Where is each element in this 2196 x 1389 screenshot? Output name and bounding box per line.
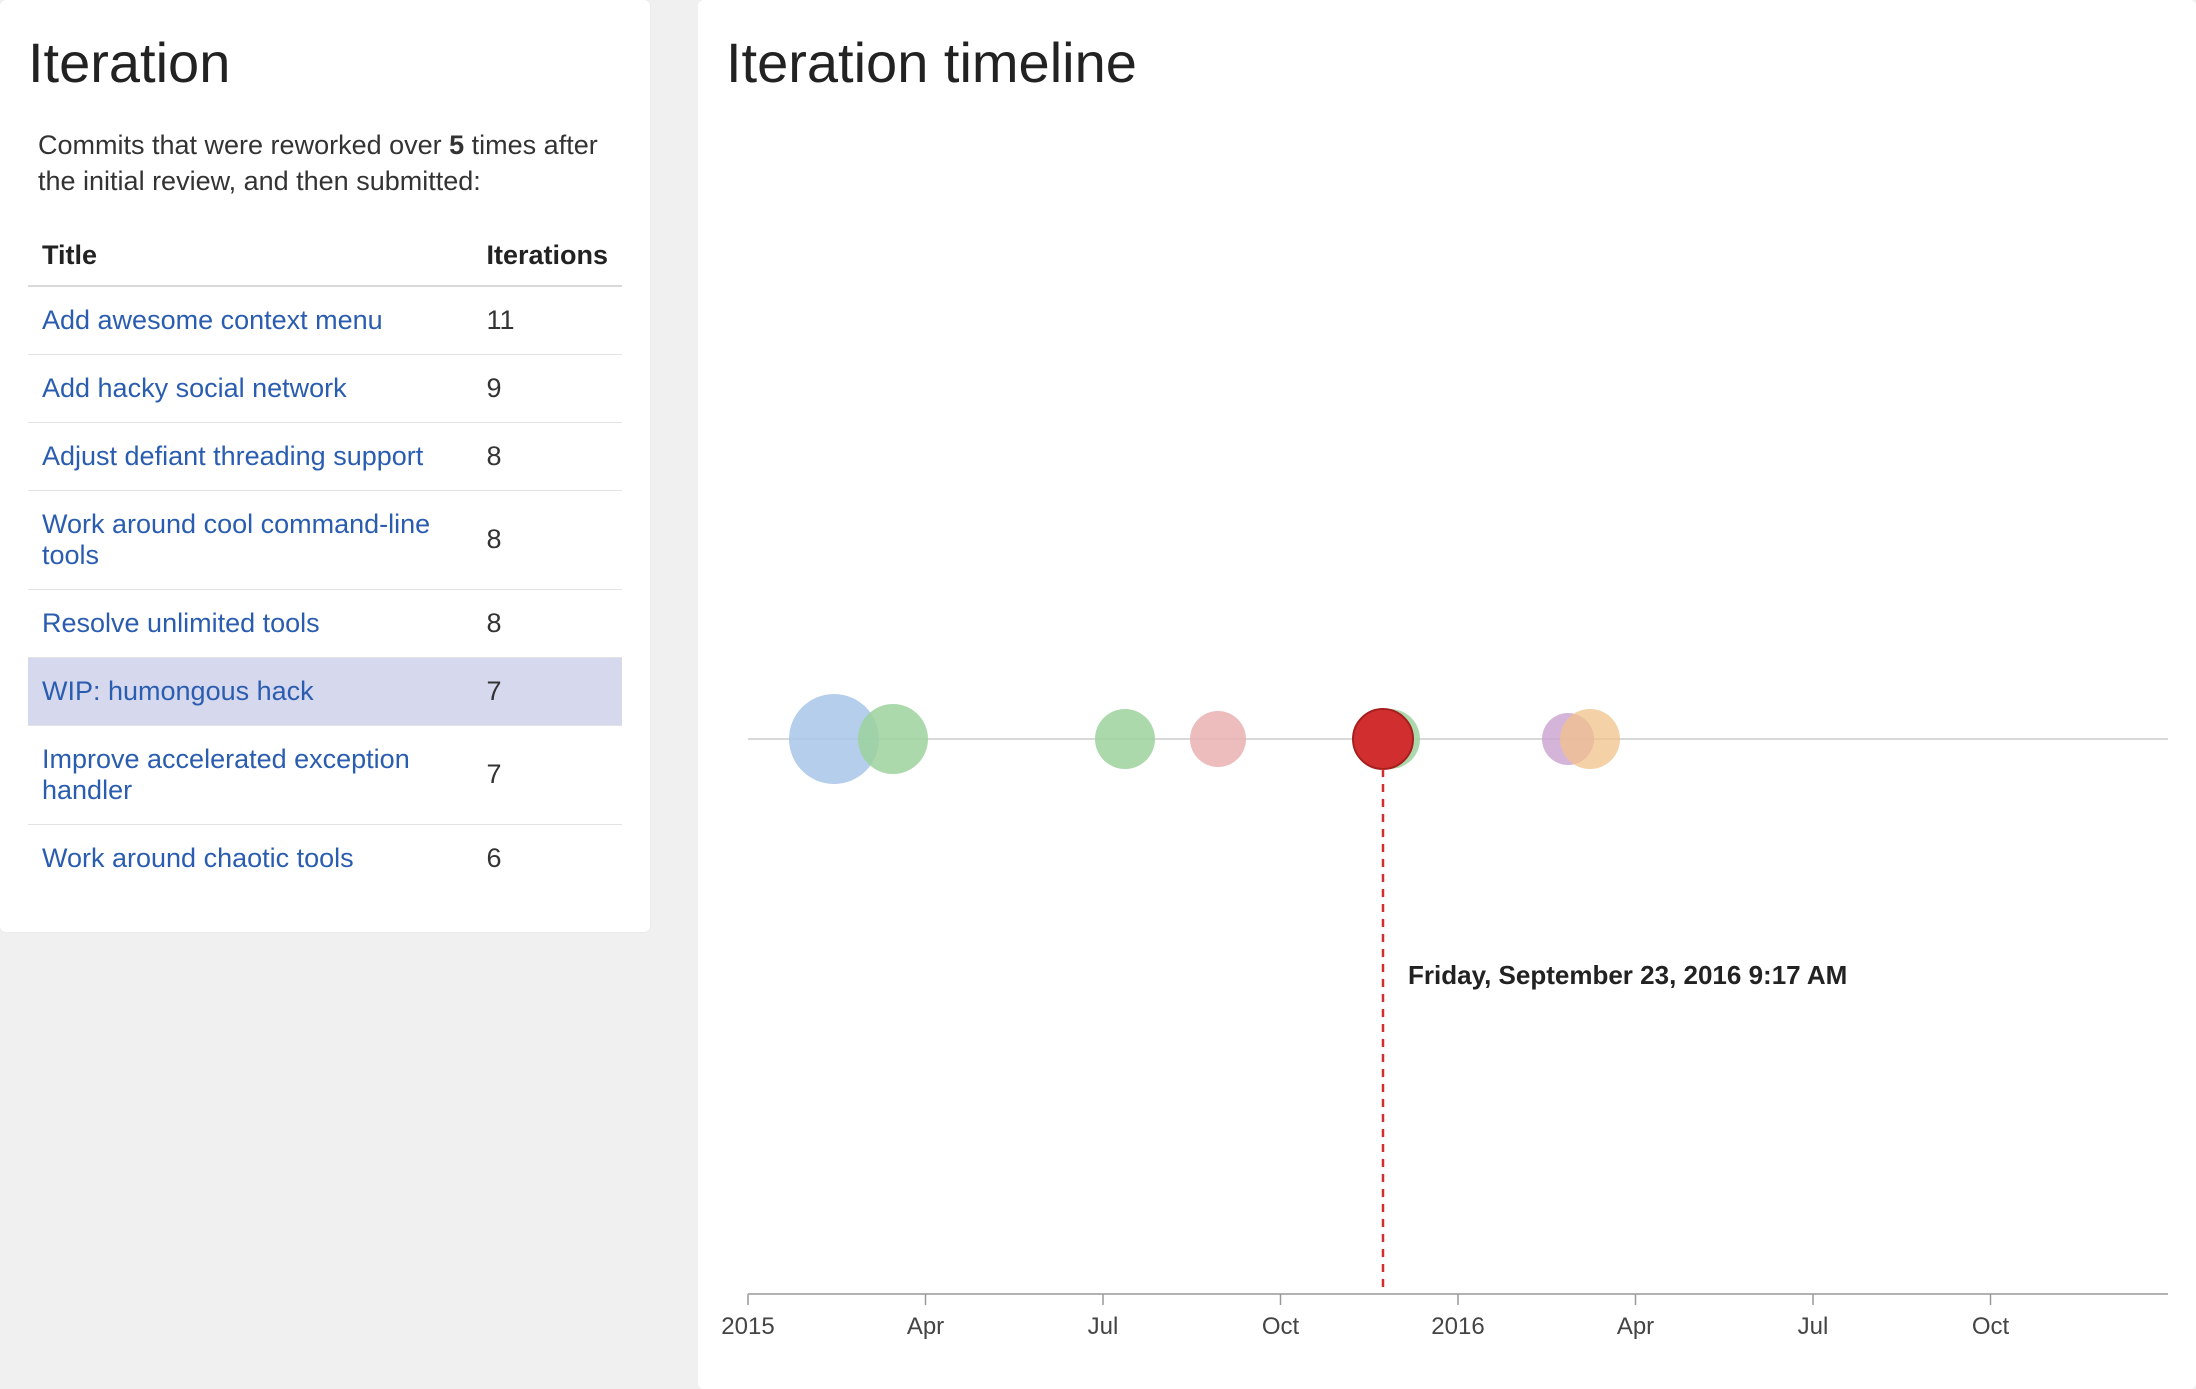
table-row[interactable]: Work around chaotic tools 6 [28, 824, 622, 892]
timeline-point[interactable] [1095, 709, 1155, 769]
timeline-point[interactable] [1560, 709, 1620, 769]
table-row[interactable]: Resolve unlimited tools 8 [28, 589, 622, 657]
col-title: Title [28, 228, 472, 286]
iteration-description: Commits that were reworked over 5 times … [38, 127, 612, 200]
table-row[interactable]: WIP: humongous hack 7 [28, 657, 622, 725]
iteration-title: Iteration [28, 30, 622, 95]
timeline-title: Iteration timeline [726, 30, 2168, 95]
col-iterations: Iterations [472, 228, 622, 286]
x-axis-labels: 2015 Apr Jul Oct 2016 Apr Jul Oct [721, 1313, 2009, 1340]
timeline-point[interactable] [858, 704, 928, 774]
iteration-table: Title Iterations Add awesome context men… [28, 228, 622, 892]
commit-link[interactable]: WIP: humongous hack [42, 676, 314, 706]
svg-text:Jul: Jul [1088, 1313, 1119, 1340]
timeline-panel: Iteration timeline Friday, September 23,… [698, 0, 2196, 1389]
iteration-count: 8 [472, 490, 622, 589]
iteration-count: 7 [472, 657, 622, 725]
commit-link[interactable]: Work around cool command-line tools [42, 509, 430, 570]
iteration-count: 7 [472, 725, 622, 824]
x-axis-ticks [748, 1294, 1991, 1305]
table-row[interactable]: Work around cool command-line tools 8 [28, 490, 622, 589]
svg-text:Apr: Apr [907, 1313, 944, 1340]
callout-text: Friday, September 23, 2016 9:17 AM [1408, 960, 1847, 990]
iteration-count: 8 [472, 422, 622, 490]
svg-text:Apr: Apr [1617, 1313, 1654, 1340]
svg-text:2015: 2015 [721, 1313, 774, 1340]
timeline-point[interactable] [1190, 711, 1246, 767]
svg-text:2016: 2016 [1431, 1313, 1484, 1340]
iteration-count: 6 [472, 824, 622, 892]
iteration-card: Iteration Commits that were reworked ove… [0, 0, 650, 932]
commit-link[interactable]: Add hacky social network [42, 373, 347, 403]
commit-link[interactable]: Work around chaotic tools [42, 843, 354, 873]
table-row[interactable]: Add hacky social network 9 [28, 354, 622, 422]
iteration-count: 11 [472, 286, 622, 355]
table-row[interactable]: Adjust defiant threading support 8 [28, 422, 622, 490]
commit-link[interactable]: Improve accelerated exception handler [42, 744, 410, 805]
table-row[interactable]: Improve accelerated exception handler 7 [28, 725, 622, 824]
timeline-point-selected[interactable] [1353, 709, 1413, 769]
commit-link[interactable]: Add awesome context menu [42, 305, 383, 335]
svg-text:Oct: Oct [1262, 1313, 1300, 1340]
commit-link[interactable]: Adjust defiant threading support [42, 441, 423, 471]
timeline-chart[interactable]: Friday, September 23, 2016 9:17 AM 2015 … [698, 139, 2196, 1389]
svg-text:Jul: Jul [1798, 1313, 1829, 1340]
table-row[interactable]: Add awesome context menu 11 [28, 286, 622, 355]
commit-link[interactable]: Resolve unlimited tools [42, 608, 320, 638]
iteration-count: 9 [472, 354, 622, 422]
svg-text:Oct: Oct [1972, 1313, 2010, 1340]
iteration-count: 8 [472, 589, 622, 657]
